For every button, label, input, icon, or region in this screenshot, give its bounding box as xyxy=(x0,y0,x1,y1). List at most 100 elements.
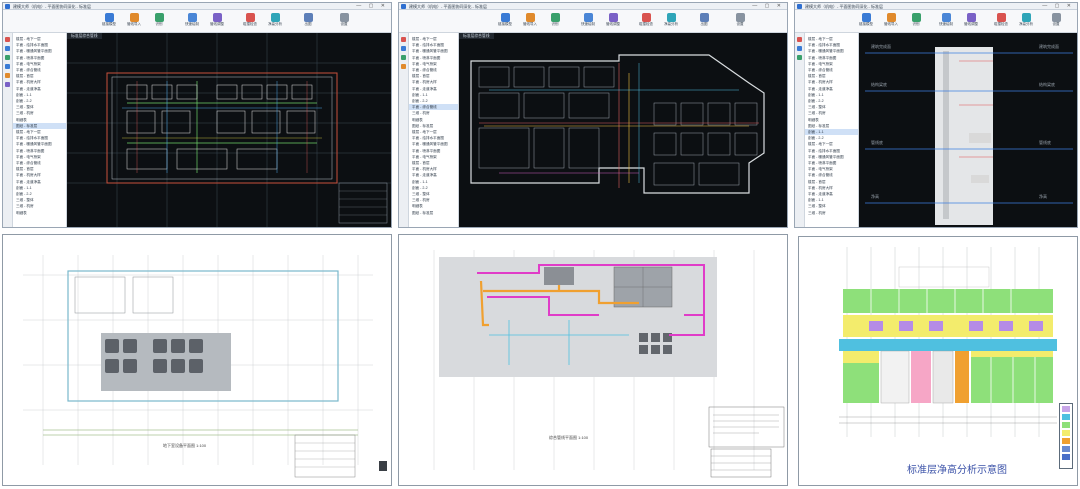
section-viewport[interactable]: 建筑完成面 结构梁底 管线底 净高 建筑完成面 结构梁底 管线底 净高 xyxy=(859,33,1077,227)
headroom-icon xyxy=(270,13,280,22)
ribbon-button-clash[interactable]: 碰撞检查 xyxy=(990,13,1012,31)
left-tool-strip xyxy=(399,33,409,227)
project-browser: 楼层 - 地下一层 平面 - 给排水平面图 平面 - 暖通风管平面图 平面 - … xyxy=(13,33,67,227)
ribbon-button-output[interactable]: 出图 xyxy=(297,13,319,31)
ribbon-button-headroom[interactable]: 净高分析 xyxy=(1015,13,1037,31)
left-tool-strip xyxy=(3,33,13,227)
tool-icon[interactable] xyxy=(797,37,802,42)
ribbon-button-import[interactable]: 管线导入 xyxy=(123,13,145,31)
tool-icon[interactable] xyxy=(5,82,10,87)
ribbon-button-recognize[interactable]: 识别 xyxy=(544,13,566,31)
view-tab[interactable]: 标准层综合管线 xyxy=(459,33,494,39)
link-icon xyxy=(500,13,510,22)
app-logo-icon xyxy=(401,4,406,9)
tool-icon[interactable] xyxy=(5,37,10,42)
legend-swatch xyxy=(1062,430,1070,436)
ribbon-button-link[interactable]: 链接模型 xyxy=(855,13,877,31)
recognize-icon xyxy=(154,13,164,22)
app-window-top-left: 建模大师（机电）- 平面图协同深化 - 标准层 — ▢ ✕ 链接模型 管线导入 识… xyxy=(2,2,392,228)
window-controls[interactable]: — ▢ ✕ xyxy=(1042,3,1074,10)
ribbon-toolbar: 链接模型 管线导入 识别 快速绘制 管线调整 碰撞检查 净高分析 出图 设置 xyxy=(3,10,391,33)
level-label: 净高 xyxy=(1039,193,1047,199)
drawing-sheet-bottom-center: 综合管线平面图 1:100 xyxy=(398,234,788,486)
ribbon-button-clash[interactable]: 碰撞检查 xyxy=(239,13,261,31)
drawing-viewport[interactable]: 标准层综合管线 xyxy=(67,33,391,227)
tree-item[interactable]: 三维 - 机房 xyxy=(805,210,858,216)
level-label: 建筑完成面 xyxy=(1039,43,1059,49)
tool-icon[interactable] xyxy=(5,64,10,69)
tool-icon[interactable] xyxy=(797,46,802,51)
legend-swatch xyxy=(1062,454,1070,460)
tool-icon[interactable] xyxy=(797,55,802,60)
level-label: 管线底 xyxy=(871,139,883,145)
tree-item[interactable]: 图纸 - 标准层 xyxy=(409,210,458,216)
ribbon-button-adjust[interactable]: 管线调整 xyxy=(206,13,228,31)
drawing-title: 地下室设备平面图 1:100 xyxy=(163,443,207,448)
app-logo-icon xyxy=(5,4,10,9)
output-icon xyxy=(699,13,709,22)
tool-icon[interactable] xyxy=(401,55,406,60)
ribbon-button-import[interactable]: 管线导入 xyxy=(519,13,541,31)
ribbon-button-clash[interactable]: 碰撞检查 xyxy=(635,13,657,31)
ribbon-button-adjust[interactable]: 管线调整 xyxy=(960,13,982,31)
ribbon-button-adjust[interactable]: 管线调整 xyxy=(602,13,624,31)
ribbon-button-settings[interactable]: 设置 xyxy=(333,13,355,31)
adjust-icon xyxy=(212,13,222,22)
cad-plan-drawing xyxy=(67,33,391,227)
tool-icon[interactable] xyxy=(5,55,10,60)
ribbon-button-draw[interactable]: 快速绘制 xyxy=(577,13,599,31)
window-title: 建模大师（机电）- 平面图协同深化 - 标准层 xyxy=(13,4,91,9)
ribbon-button-headroom[interactable]: 净高分析 xyxy=(264,13,286,31)
view-tab[interactable]: 标准层综合管线 xyxy=(67,33,102,39)
clash-icon xyxy=(245,13,255,22)
window-controls[interactable]: — ▢ ✕ xyxy=(356,3,388,10)
drawing-sheet-bottom-right: 标准层净高分析示意图 xyxy=(798,236,1078,486)
project-browser: 楼层 - 地下一层 平面 - 给排水平面图 平面 - 暖通风管平面图 平面 - … xyxy=(805,33,859,227)
draw-icon xyxy=(941,13,951,22)
app-logo-icon xyxy=(797,4,802,9)
headroom-icon xyxy=(1021,13,1031,22)
window-controls[interactable]: — ▢ ✕ xyxy=(752,3,784,10)
ribbon-toolbar: 链接模型 管线导入 识别 快速绘制 管线调整 碰撞检查 净高分析 设置 xyxy=(795,10,1077,33)
ribbon-button-draw[interactable]: 快速绘制 xyxy=(935,13,957,31)
level-label: 结构梁底 xyxy=(871,81,887,87)
legend-swatch xyxy=(1062,406,1070,412)
ribbon-button-link[interactable]: 链接模型 xyxy=(98,13,120,31)
drawing-title: 综合管线平面图 1:100 xyxy=(549,435,589,440)
tool-icon[interactable] xyxy=(401,64,406,69)
gear-icon xyxy=(1051,13,1061,22)
ribbon-button-output[interactable]: 出图 xyxy=(693,13,715,31)
drawing-sheet-bottom-left: 地下室设备平面图 1:100 xyxy=(2,234,392,486)
ribbon-button-recognize[interactable]: 识别 xyxy=(148,13,170,31)
ribbon-button-settings[interactable]: 设置 xyxy=(1045,13,1067,31)
tool-icon[interactable] xyxy=(5,46,10,51)
drawing-caption: 标准层净高分析示意图 xyxy=(907,465,1007,476)
left-tool-strip xyxy=(795,33,805,227)
level-label: 结构梁底 xyxy=(1039,81,1055,87)
cad-section-drawing: 建筑完成面 结构梁底 管线底 净高 建筑完成面 结构梁底 管线底 净高 xyxy=(865,43,1073,225)
tool-icon[interactable] xyxy=(401,37,406,42)
ribbon-button-headroom[interactable]: 净高分析 xyxy=(660,13,682,31)
gear-icon xyxy=(735,13,745,22)
ribbon-button-settings[interactable]: 设置 xyxy=(729,13,751,31)
drawing-viewport[interactable]: 标准层综合管线 xyxy=(459,33,787,227)
level-label: 管线底 xyxy=(1039,139,1051,145)
import-icon xyxy=(886,13,896,22)
app-window-top-right: 建模大师（机电）- 平面图协同深化 - 标准层 — ▢ ✕ 链接模型 管线导入 识… xyxy=(794,2,1078,228)
draw-icon xyxy=(187,13,197,22)
legend-swatch xyxy=(1062,414,1070,420)
legend-swatch xyxy=(1062,438,1070,444)
ribbon-button-recognize[interactable]: 识别 xyxy=(905,13,927,31)
ribbon-button-draw[interactable]: 快速绘制 xyxy=(181,13,203,31)
title-bar: 建模大师（机电）- 平面图协同深化 - 标准层 — ▢ ✕ xyxy=(3,3,391,10)
level-label: 建筑完成面 xyxy=(871,43,891,49)
draw-icon xyxy=(583,13,593,22)
tool-icon[interactable] xyxy=(401,46,406,51)
title-bar: 建模大师（机电）- 平面图协同深化 - 标准层 — ▢ ✕ xyxy=(399,3,787,10)
tool-icon[interactable] xyxy=(5,73,10,78)
ribbon-button-link[interactable]: 链接模型 xyxy=(494,13,516,31)
gear-icon xyxy=(339,13,349,22)
tree-item[interactable]: 明细表 xyxy=(13,210,66,216)
ribbon-button-import[interactable]: 管线导入 xyxy=(880,13,902,31)
window-title: 建模大师（机电）- 平面图协同深化 - 标准层 xyxy=(805,4,883,9)
